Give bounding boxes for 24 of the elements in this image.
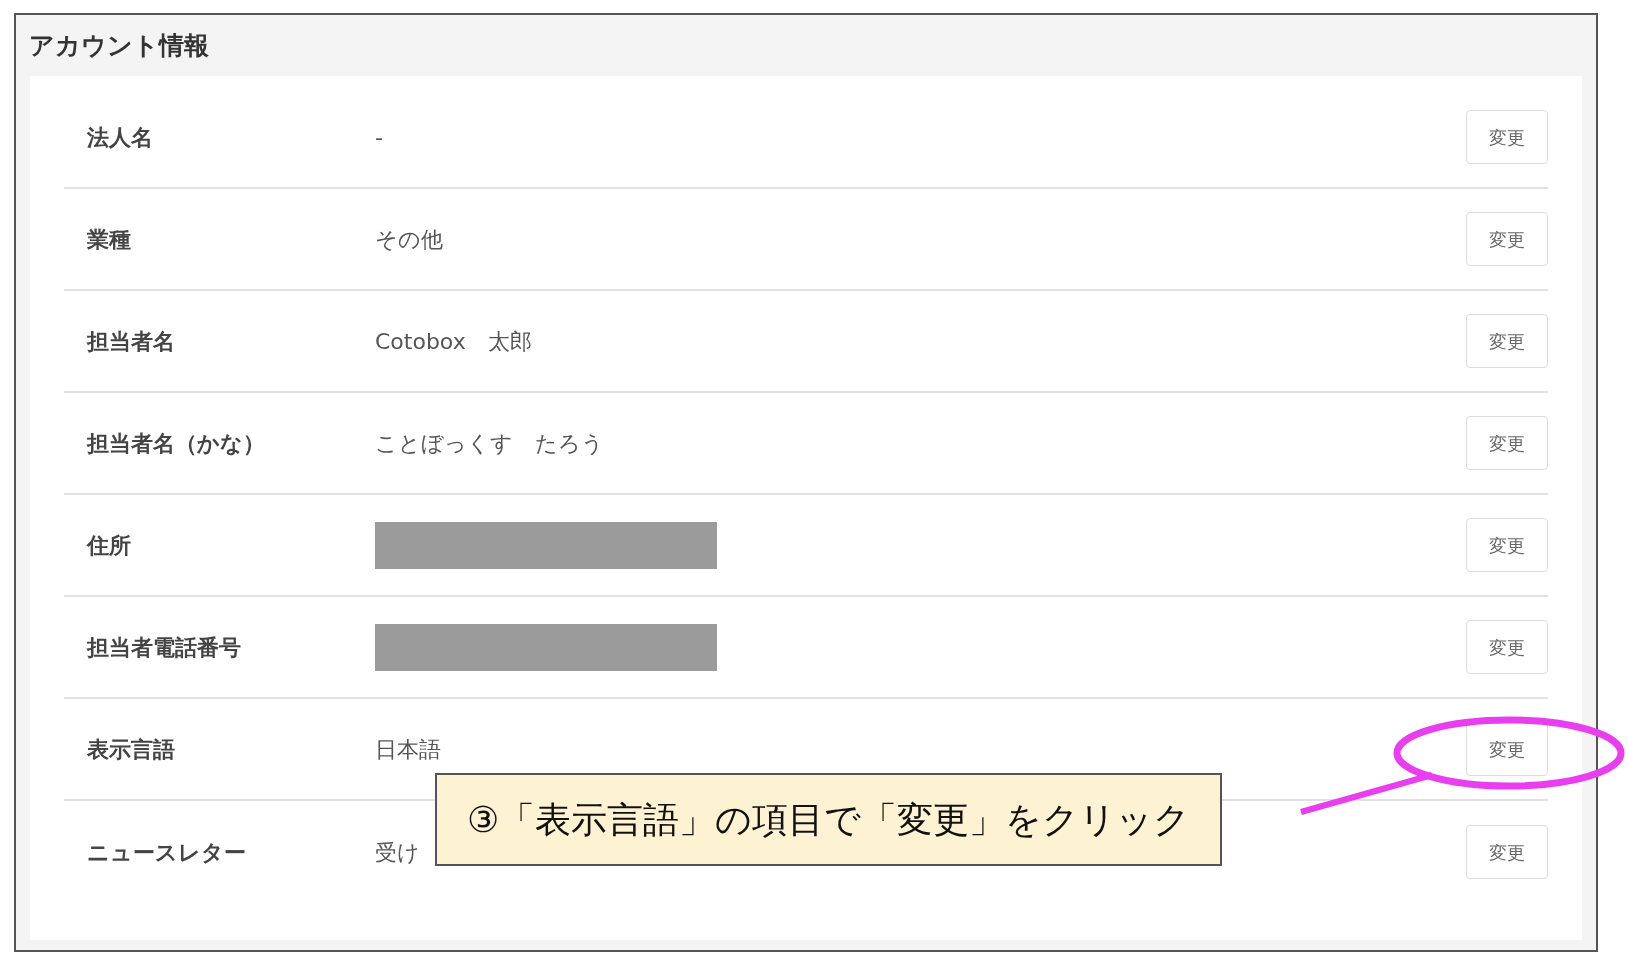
field-label: 法人名 — [87, 124, 153, 150]
change-button[interactable]: 変更 — [1466, 825, 1548, 879]
field-label: 担当者名（かな） — [87, 430, 265, 456]
field-label: 担当者電話番号 — [87, 634, 241, 660]
field-value: - — [375, 123, 383, 152]
panel-title: アカウント情報 — [29, 29, 209, 62]
field-value: ことぼっくす たろう — [375, 429, 604, 458]
field-label: 担当者名 — [87, 328, 175, 354]
change-button[interactable]: 変更 — [1466, 620, 1548, 674]
field-label: 業種 — [87, 226, 131, 252]
field-value: Cotobox 太郎 — [375, 327, 532, 356]
field-label: 住所 — [87, 532, 131, 558]
field-label: ニュースレター — [87, 839, 246, 865]
field-value: 日本語 — [375, 735, 441, 764]
change-button[interactable]: 変更 — [1466, 314, 1548, 368]
change-button[interactable]: 変更 — [1466, 416, 1548, 470]
field-value: その他 — [375, 225, 443, 254]
change-button[interactable]: 変更 — [1466, 212, 1548, 266]
change-button[interactable]: 変更 — [1466, 518, 1548, 572]
change-button[interactable]: 変更 — [1466, 110, 1548, 164]
field-value: 受け — [375, 838, 420, 867]
change-button[interactable]: 変更 — [1466, 722, 1548, 776]
callout-text: ③「表示言語」の項目で「変更」をクリック — [467, 797, 1191, 842]
field-label: 表示言語 — [87, 736, 175, 762]
